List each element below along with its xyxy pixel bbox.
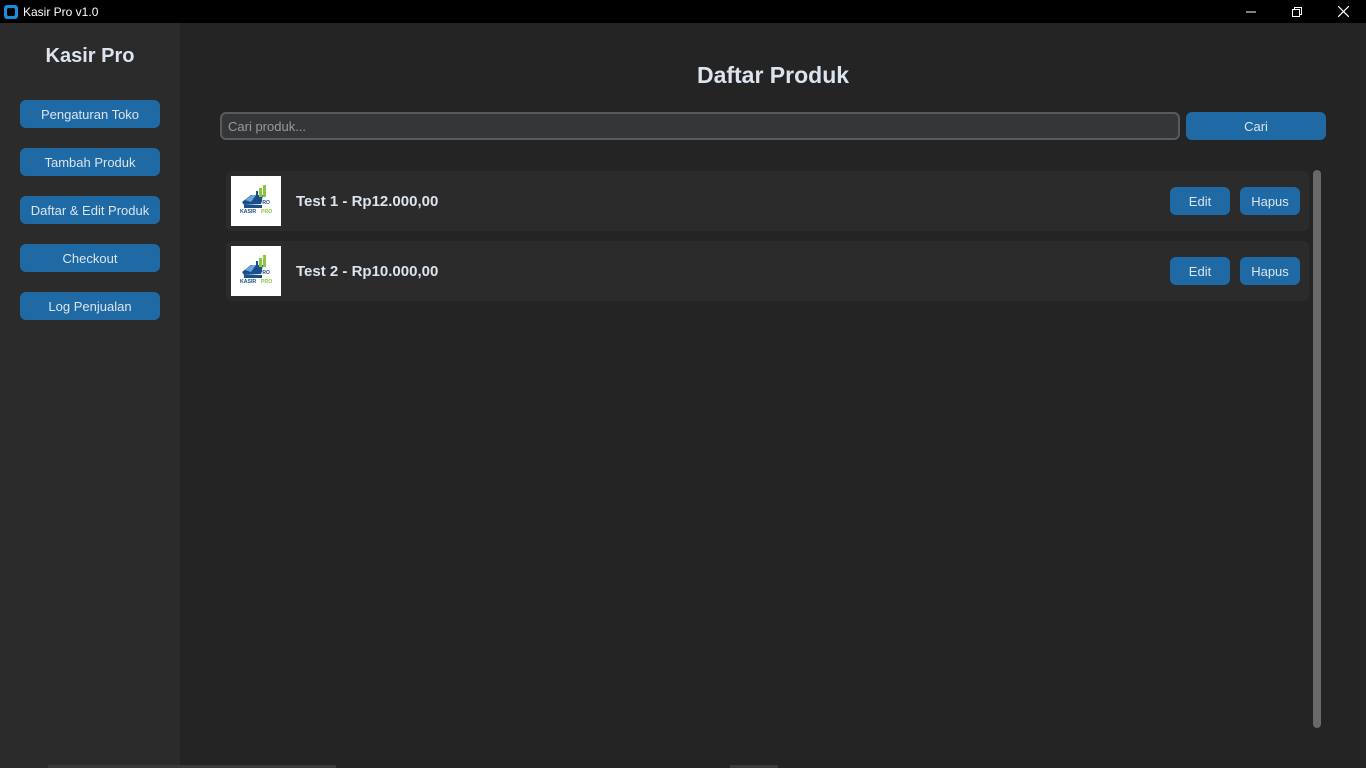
minimize-icon <box>1246 11 1256 12</box>
edit-button[interactable]: Edit <box>1170 257 1230 285</box>
page-title: Daftar Produk <box>696 62 850 88</box>
product-row: PRO KASIR PRO Test 1 - Rp12.000,00 Edit … <box>226 171 1309 231</box>
logo-pro-small: PRO <box>259 200 270 206</box>
window-title: Kasir Pro v1.0 <box>23 4 99 19</box>
product-thumbnail: PRO KASIR PRO <box>231 246 281 296</box>
search-input[interactable] <box>220 112 1180 140</box>
logo-pro-text: PRO <box>261 209 272 215</box>
search-button[interactable]: Cari <box>1186 112 1326 140</box>
nav-button-log-penjualan[interactable]: Log Penjualan <box>20 292 160 320</box>
close-icon <box>1337 6 1349 17</box>
nav-button-daftar-edit-produk[interactable]: Daftar & Edit Produk <box>20 196 160 224</box>
brand-title: Kasir Pro <box>45 45 135 67</box>
minimize-button[interactable] <box>1228 0 1274 23</box>
nav-button-checkout[interactable]: Checkout <box>20 244 160 272</box>
product-list[interactable]: PRO KASIR PRO Test 1 - Rp12.000,00 Edit … <box>220 166 1326 732</box>
title-bar: Kasir Pro v1.0 <box>0 0 1366 23</box>
delete-button[interactable]: Hapus <box>1240 187 1300 215</box>
list-scrollbar[interactable] <box>1313 170 1321 728</box>
nav-button-tambah-produk[interactable]: Tambah Produk <box>20 148 160 176</box>
nav-button-pengaturan-toko[interactable]: Pengaturan Toko <box>20 100 160 128</box>
product-label: Test 2 - Rp10.000,00 <box>296 262 439 280</box>
product-row: PRO KASIR PRO Test 2 - Rp10.000,00 Edit … <box>226 241 1309 301</box>
restore-button[interactable] <box>1274 0 1320 23</box>
app-icon <box>4 4 18 19</box>
delete-button[interactable]: Hapus <box>1240 257 1300 285</box>
close-button[interactable] <box>1320 0 1366 23</box>
product-label: Test 1 - Rp12.000,00 <box>296 192 439 210</box>
cash-register-icon: PRO KASIR PRO <box>240 185 272 215</box>
cash-register-icon: PRO KASIR PRO <box>240 255 272 285</box>
logo-pro-small: PRO <box>259 270 270 276</box>
logo-pro-text: PRO <box>261 279 272 285</box>
logo-kasir-text: KASIR <box>240 279 256 285</box>
window-controls <box>1228 0 1366 23</box>
edit-button[interactable]: Edit <box>1170 187 1230 215</box>
restore-icon <box>1292 6 1302 17</box>
product-thumbnail: PRO KASIR PRO <box>231 176 281 226</box>
sidebar: Kasir Pro Pengaturan Toko Tambah Produk … <box>0 23 180 768</box>
logo-kasir-text: KASIR <box>240 209 256 215</box>
